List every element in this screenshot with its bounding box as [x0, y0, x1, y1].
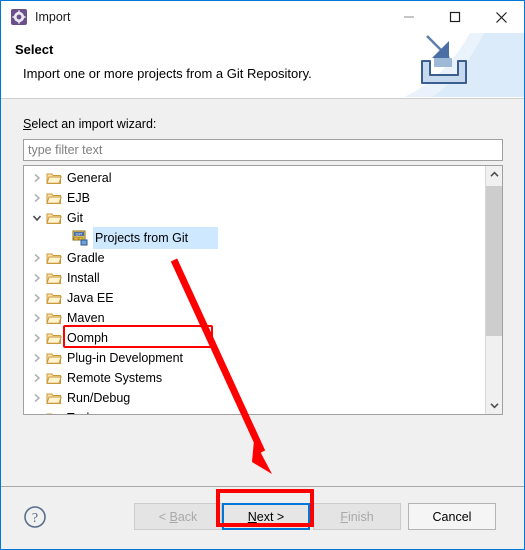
back-button-rest: ack — [177, 509, 198, 524]
chevron-right-icon[interactable] — [28, 188, 46, 208]
chevron-right-icon[interactable] — [28, 388, 46, 408]
cancel-button[interactable]: Cancel — [408, 503, 496, 530]
chevron-right-icon[interactable] — [28, 348, 46, 368]
tree-row-label: Remote Systems — [67, 371, 163, 385]
folder-icon — [46, 390, 62, 406]
import-tray-arrow-icon — [404, 33, 524, 97]
dialog-footer: ? < Back Next > Finish Cancel — [1, 486, 524, 549]
folder-icon — [46, 290, 62, 306]
select-wizard-label: Select an import wizard: — [23, 117, 156, 131]
tree-row-label: General — [67, 171, 112, 185]
tree-row[interactable]: Tasks — [24, 408, 484, 414]
eclipse-import-icon — [11, 9, 27, 25]
folder-icon — [46, 250, 62, 266]
finish-button-mnemonic: F — [340, 509, 348, 524]
chevron-down-icon — [489, 403, 499, 409]
tree-row-label: Maven — [67, 311, 105, 325]
chevron-right-icon[interactable] — [28, 408, 46, 414]
folder-icon — [46, 310, 62, 326]
folder-icon — [46, 350, 62, 366]
svg-text:?: ? — [32, 511, 38, 526]
chevron-right-icon[interactable] — [28, 368, 46, 388]
tree-row[interactable]: Git — [24, 208, 484, 228]
tree-rows-container: General EJB Git GIT Projects from Git Gradle I… — [24, 168, 484, 414]
finish-button[interactable]: Finish — [313, 503, 401, 530]
tree-row-label: EJB — [67, 191, 90, 205]
help-question-icon[interactable]: ? — [23, 505, 47, 529]
tree-row[interactable]: General — [24, 168, 484, 188]
window-title: Import — [35, 10, 71, 24]
scroll-up-button[interactable] — [486, 166, 502, 183]
maximize-button[interactable] — [432, 1, 478, 33]
page-title: Select — [15, 42, 54, 57]
tree-row[interactable]: GIT Projects from Git — [24, 227, 484, 249]
tree-vertical-scrollbar[interactable] — [485, 166, 502, 414]
tree-row-label: Projects from Git — [93, 227, 219, 249]
tree-row[interactable]: Install — [24, 268, 484, 288]
chevron-up-icon — [489, 171, 499, 177]
chevron-right-icon[interactable] — [28, 308, 46, 328]
tree-row-label: Oomph — [67, 331, 108, 345]
select-wizard-label-rest: elect an import wizard: — [31, 117, 157, 131]
folder-icon — [46, 410, 62, 414]
import-wizard-tree[interactable]: General EJB Git GIT Projects from Git Gradle I… — [23, 165, 503, 415]
tree-row[interactable]: Oomph — [24, 328, 484, 348]
svg-text:GIT: GIT — [76, 232, 83, 237]
git-icon: GIT — [72, 230, 88, 246]
back-button-prefix: < — [158, 509, 170, 524]
next-button[interactable]: Next > — [222, 503, 310, 530]
next-button-rest: ext > — [256, 509, 285, 524]
tree-row[interactable]: EJB — [24, 188, 484, 208]
tree-row-label: Java EE — [67, 291, 114, 305]
chevron-down-icon[interactable] — [28, 208, 46, 228]
tree-row[interactable]: Maven — [24, 308, 484, 328]
chevron-right-icon[interactable] — [28, 268, 46, 288]
scroll-down-button[interactable] — [486, 397, 502, 414]
tree-twisty-empty — [54, 228, 72, 248]
chevron-right-icon[interactable] — [28, 328, 46, 348]
folder-icon — [46, 170, 62, 186]
scrollbar-thumb[interactable] — [486, 186, 502, 336]
tree-row-label: Tasks — [67, 408, 99, 414]
chevron-right-icon[interactable] — [28, 248, 46, 268]
title-bar: Import — [1, 1, 524, 33]
folder-icon — [46, 370, 62, 386]
chevron-right-icon[interactable] — [28, 288, 46, 308]
tree-row-label: Git — [67, 211, 83, 225]
chevron-right-icon[interactable] — [28, 168, 46, 188]
next-button-mnemonic: N — [247, 509, 257, 524]
tree-row-label: Plug-in Development — [67, 351, 184, 365]
back-button[interactable]: < Back — [134, 503, 222, 530]
tree-row[interactable]: Plug-in Development — [24, 348, 484, 368]
tree-row-label: Install — [67, 271, 100, 285]
tree-row[interactable]: Remote Systems — [24, 368, 484, 388]
page-description: Import one or more projects from a Git R… — [23, 66, 312, 81]
finish-button-rest: inish — [347, 509, 374, 524]
folder-icon — [46, 190, 62, 206]
folder-icon — [46, 270, 62, 286]
wizard-header: Select Import one or more projects from … — [1, 33, 524, 99]
filter-input[interactable] — [23, 139, 503, 161]
import-dialog: Import Select Import one or more project… — [0, 0, 525, 550]
close-button[interactable] — [478, 1, 524, 33]
tree-row-label: Gradle — [67, 251, 105, 265]
tree-row[interactable]: Run/Debug — [24, 388, 484, 408]
folder-icon — [46, 210, 62, 226]
back-button-mnemonic: B — [169, 509, 178, 524]
folder-icon — [46, 330, 62, 346]
tree-row-label: Run/Debug — [67, 391, 131, 405]
dialog-body: Select an import wizard: General EJB Git GI… — [1, 99, 524, 486]
tree-row[interactable]: Gradle — [24, 248, 484, 268]
minimize-button[interactable] — [386, 1, 432, 33]
tree-row[interactable]: Java EE — [24, 288, 484, 308]
